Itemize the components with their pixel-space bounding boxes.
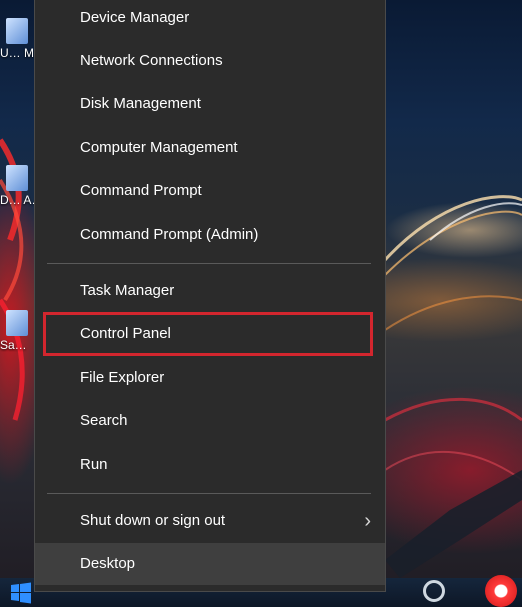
menu-item-file-explorer[interactable]: File Explorer (35, 357, 385, 399)
menu-item-label: Task Manager (80, 282, 175, 299)
menu-item-disk-management[interactable]: Disk Management (35, 83, 385, 125)
menu-separator (47, 263, 371, 264)
menu-item-computer-management[interactable]: Computer Management (35, 127, 385, 169)
menu-item-desktop[interactable]: Desktop (35, 543, 385, 585)
desktop-icon-caption: Sa… (0, 338, 27, 352)
menu-item-label: Shut down or sign out (80, 512, 226, 529)
windows-logo-icon[interactable] (10, 582, 32, 604)
menu-item-label: Disk Management (80, 95, 201, 112)
user-folder-icon (6, 18, 28, 44)
menu-separator (47, 493, 371, 494)
desktop-icon-caption: D… A… (0, 193, 34, 207)
menu-item-label: Network Connections (80, 52, 223, 69)
save-icon (6, 310, 28, 336)
menu-item-label: Search (80, 412, 128, 429)
cortana-circle-icon[interactable] (423, 580, 445, 602)
desktop-icon-user[interactable]: U… Ma… (0, 18, 36, 60)
menu-item-device-manager[interactable]: Device Manager (35, 0, 385, 39)
menu-item-network-connections[interactable]: Network Connections (35, 40, 385, 82)
menu-item-label: File Explorer (80, 369, 165, 386)
menu-item-label: Command Prompt (Admin) (80, 226, 259, 243)
desktop-icon-save[interactable]: Sa… (0, 310, 36, 352)
desktop-icon-app[interactable]: D… A… (0, 165, 36, 207)
menu-item-label: Desktop (80, 555, 136, 572)
menu-item-label: Run (80, 456, 108, 473)
chevron-right-icon: › (364, 510, 371, 532)
menu-item-label: Device Manager (80, 9, 190, 26)
menu-item-search[interactable]: Search (35, 400, 385, 442)
menu-item-command-prompt[interactable]: Command Prompt (35, 170, 385, 212)
app-shortcut-icon (6, 165, 28, 191)
desktop-icon-caption: U… Ma… (0, 46, 34, 60)
red-app-icon[interactable] (485, 575, 517, 607)
menu-item-label: Computer Management (80, 139, 238, 156)
winx-context-menu: Device Manager Network Connections Disk … (34, 0, 386, 592)
menu-item-command-prompt-admin[interactable]: Command Prompt (Admin) (35, 214, 385, 256)
menu-item-task-manager[interactable]: Task Manager (35, 270, 385, 312)
menu-item-label: Command Prompt (80, 182, 202, 199)
menu-item-shut-down-sign-out[interactable]: Shut down or sign out › (35, 500, 385, 542)
control-panel-highlight-box (43, 312, 373, 356)
menu-item-run[interactable]: Run (35, 444, 385, 486)
